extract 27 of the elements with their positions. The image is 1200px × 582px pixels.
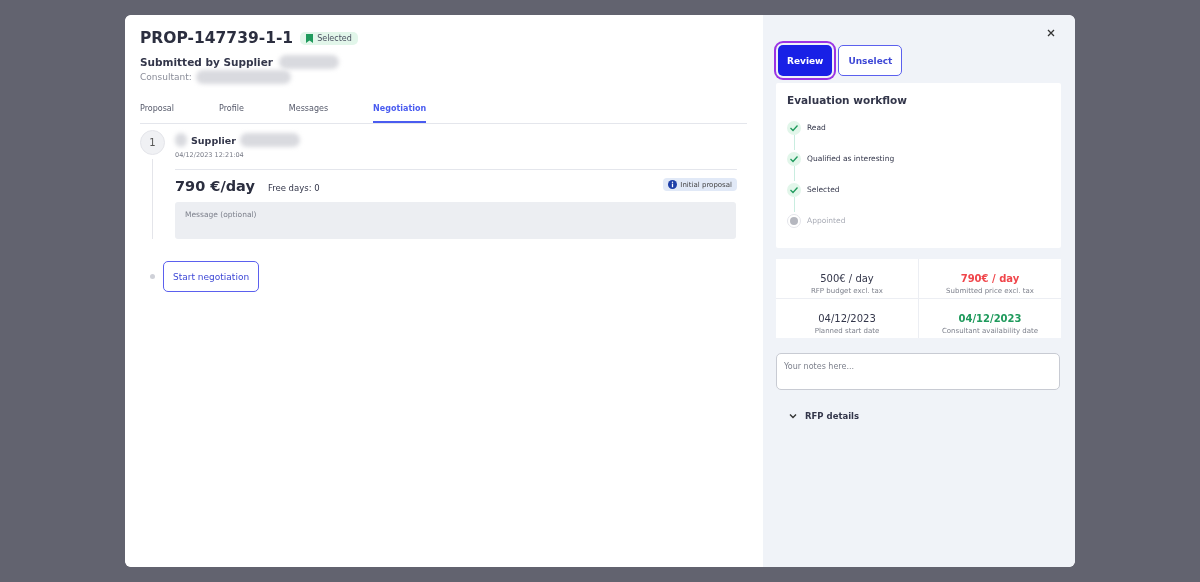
- metric-value: 790€ / day: [960, 273, 1020, 284]
- tab[interactable]: Profile: [218, 104, 244, 123]
- blurred-name: [239, 133, 300, 147]
- proposal-title: PROP-147739-1-1: [140, 29, 294, 47]
- start-negotiation-button[interactable]: Start negotiation: [163, 261, 260, 292]
- tab[interactable]: Proposal: [140, 104, 174, 123]
- price-text: 790 €/day: [175, 178, 255, 194]
- blurred-name: [175, 133, 187, 147]
- author-name: Supplier: [191, 134, 236, 146]
- unselect-button[interactable]: Unselect: [838, 45, 903, 76]
- notes-field[interactable]: Your notes here...: [776, 353, 1060, 390]
- metric-value: 04/12/2023: [818, 313, 876, 324]
- badge-label: Selected: [317, 33, 352, 43]
- metric-value: 500€ / day: [820, 273, 874, 284]
- metric-value: 04/12/2023: [958, 313, 1022, 324]
- workflow-title: Evaluation workflow: [787, 94, 908, 106]
- rfp-details-toggle[interactable]: RFP details: [787, 409, 862, 423]
- chevron-icon: [789, 413, 797, 419]
- bookmark-icon: [306, 33, 314, 43]
- info-icon: [668, 180, 678, 189]
- close-icon: [1047, 29, 1055, 37]
- step-number: 1: [140, 130, 165, 155]
- tab[interactable]: Messages: [288, 104, 329, 123]
- consultant-label: Consultant:: [140, 72, 192, 82]
- free-days-text: Free days: 0: [267, 182, 320, 193]
- submitted-by-text: Submitted by Supplier: [140, 56, 273, 68]
- tab[interactable]: Negotiation: [373, 104, 427, 123]
